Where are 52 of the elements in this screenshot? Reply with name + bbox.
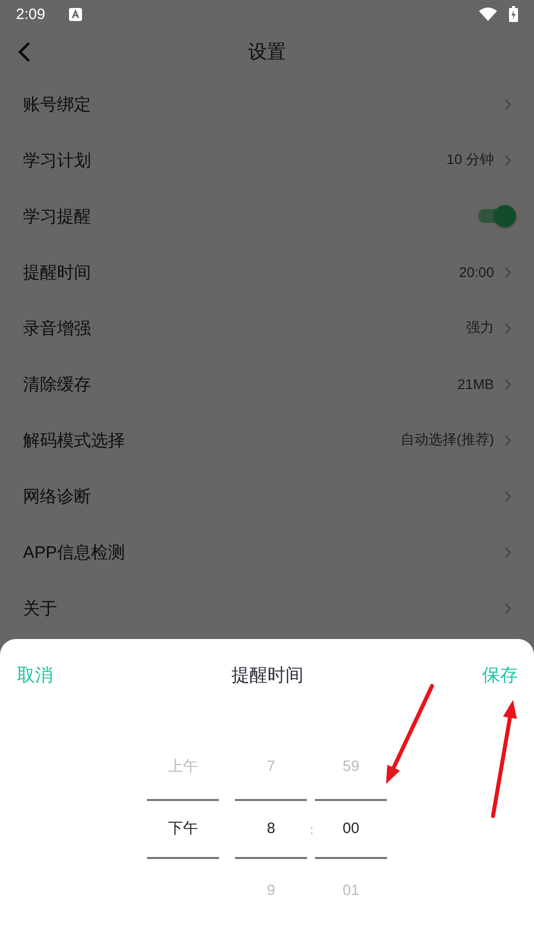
page-title: 设置: [248, 41, 286, 65]
setting-label: 学习计划: [23, 150, 92, 172]
time-separator: :: [310, 823, 312, 837]
setting-value: 10 分钟: [446, 151, 494, 169]
chevron-icon: [504, 602, 512, 614]
settings-row[interactable]: 网络诊断: [0, 468, 534, 524]
settings-row[interactable]: 学习计划 10 分钟: [0, 132, 534, 188]
chevron-icon: [504, 434, 512, 446]
picker-option[interactable]: 7: [235, 733, 307, 800]
picker-option[interactable]: 00: [315, 800, 387, 857]
sheet-title: 提醒时间: [232, 664, 304, 687]
settings-row[interactable]: APP信息检测: [0, 524, 534, 580]
setting-value: 强力: [466, 319, 494, 337]
back-icon[interactable]: [17, 41, 31, 63]
setting-label: 提醒时间: [23, 262, 92, 284]
setting-label: APP信息检测: [23, 542, 126, 564]
wifi-icon: [479, 7, 497, 21]
picker-option[interactable]: 59: [315, 733, 387, 800]
setting-label: 学习提醒: [23, 206, 92, 228]
setting-label: 录音增强: [23, 318, 92, 340]
settings-row[interactable]: 账号绑定: [0, 76, 534, 132]
chevron-icon: [504, 322, 512, 334]
chevron-icon: [504, 546, 512, 558]
settings-row[interactable]: 提醒时间 20:00: [0, 244, 534, 300]
setting-value: 自动选择(推荐): [400, 431, 494, 449]
chevron-icon: [504, 98, 512, 110]
battery-charging-icon: [509, 6, 518, 22]
chevron-icon: [504, 490, 512, 502]
chevron-icon: [504, 378, 512, 390]
picker-option[interactable]: 下午: [147, 800, 219, 857]
chevron-icon: [504, 154, 512, 166]
chevron-icon: [504, 266, 512, 278]
setting-label: 清除缓存: [23, 374, 92, 396]
setting-label: 关于: [23, 598, 58, 620]
setting-label: 解码模式选择: [23, 430, 126, 452]
picker-option[interactable]: 9: [235, 857, 307, 924]
settings-row[interactable]: 清除缓存 21MB: [0, 356, 534, 412]
save-button[interactable]: 保存: [482, 663, 518, 687]
clock: 2:09: [16, 6, 46, 22]
settings-row[interactable]: 解码模式选择 自动选择(推荐): [0, 412, 534, 468]
picker-option[interactable]: 上午: [147, 733, 219, 800]
settings-row[interactable]: 学习提醒: [0, 188, 534, 244]
settings-row[interactable]: 录音增强 强力: [0, 300, 534, 356]
picker-option[interactable]: 8: [235, 800, 307, 857]
cancel-button[interactable]: 取消: [17, 663, 53, 687]
picker-option[interactable]: 01: [315, 857, 387, 924]
setting-value: 21MB: [457, 376, 494, 392]
setting-label: 网络诊断: [23, 486, 92, 508]
setting-value: 20:00: [458, 264, 494, 280]
setting-label: 账号绑定: [23, 94, 92, 116]
notification-icon: [69, 8, 82, 20]
settings-row[interactable]: 关于: [0, 580, 534, 636]
